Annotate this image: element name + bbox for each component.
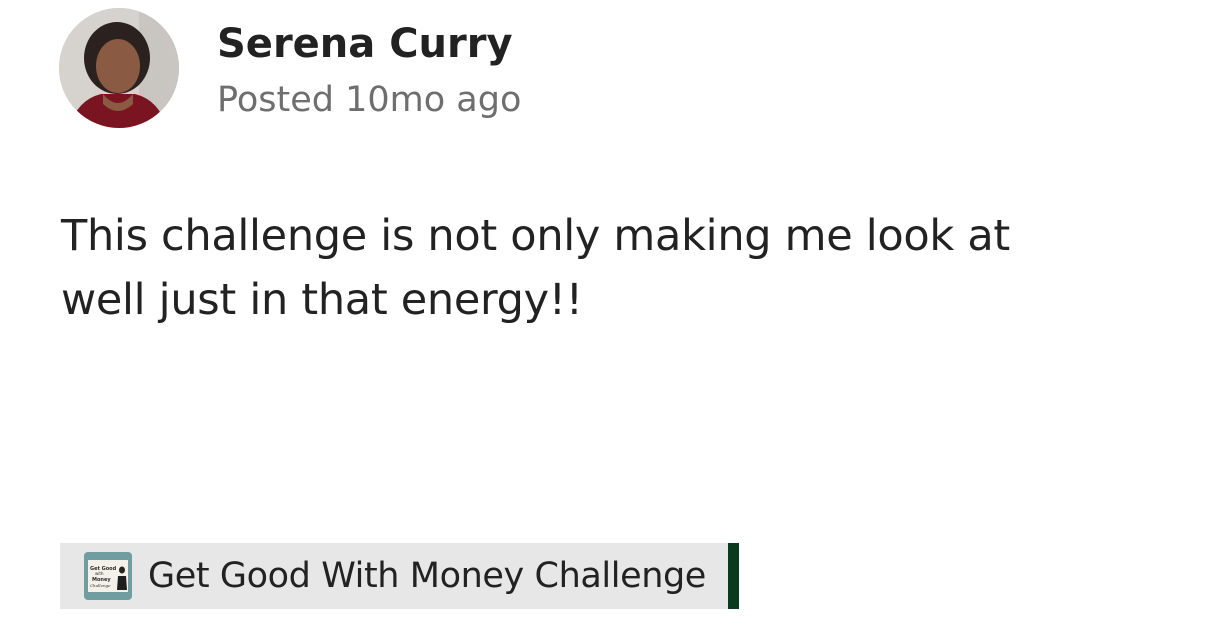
post-body-line: well just in that energy!! xyxy=(61,268,1161,332)
author-avatar[interactable] xyxy=(59,8,179,128)
post-timestamp: Posted 10mo ago xyxy=(217,80,522,120)
profile-photo-icon xyxy=(59,8,179,128)
post-body-text: well just in that energy!! xyxy=(61,275,583,325)
author-name[interactable]: Serena Curry xyxy=(217,18,513,70)
thumb-text-4: Challenge xyxy=(90,583,111,588)
challenge-thumbnail: Get Good with Money Challenge xyxy=(84,552,132,600)
challenge-logo-icon: Get Good with Money Challenge xyxy=(90,566,127,590)
post-body-line: This challenge is not only making me loo… xyxy=(61,211,1010,261)
challenge-tag-label: Get Good With Money Challenge xyxy=(148,556,706,596)
post-body: This challenge is not only making me loo… xyxy=(61,204,1161,332)
thumb-text-2: with xyxy=(95,571,104,576)
post-card: Serena Curry Posted 10mo ago This challe… xyxy=(0,0,1206,627)
challenge-tag-button[interactable]: Get Good with Money Challenge Get Good W… xyxy=(60,543,739,609)
